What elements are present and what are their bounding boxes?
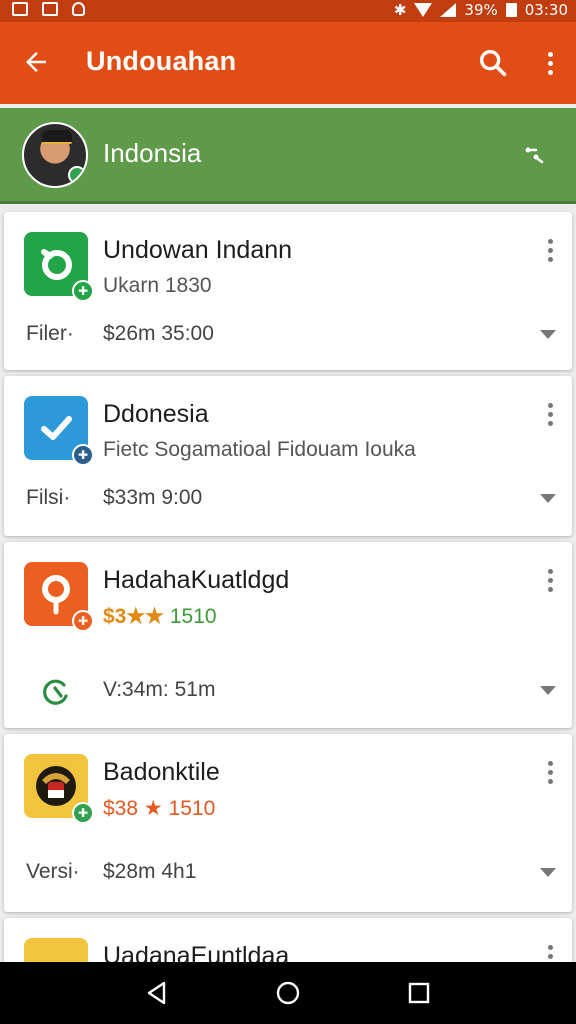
status-bar: ✱ 39% 03:30 [0, 0, 576, 22]
system-icons: ✱ 39% 03:30 [394, 1, 568, 19]
rating-prefix: $3★★ [103, 605, 165, 628]
navigation-bar [0, 962, 576, 1024]
search-icon [479, 49, 507, 77]
tune-icon [525, 147, 544, 164]
signal-icon [440, 3, 457, 17]
search-button[interactable] [476, 46, 510, 80]
garuda-emblem-icon: ✚ [24, 754, 94, 824]
overflow-menu-button[interactable] [538, 46, 562, 80]
app-subtitle: Fietc Sogamatioal Fidouam Iouka [103, 438, 416, 461]
app-name: Badonktile [103, 758, 220, 786]
meta-value: $33m 9:00 [103, 486, 203, 509]
triangle-back-icon [147, 981, 166, 1005]
meta-value: V:34m: 51m [103, 678, 216, 701]
app-name: HadahaKuatldgd [103, 566, 290, 594]
battery-icon [505, 3, 517, 17]
page-title: Undouahan [86, 46, 237, 76]
app-rating: $3★★ 1510 [103, 604, 217, 629]
bug-icon: ✱ [393, 1, 407, 19]
more-vertical-icon [542, 760, 558, 784]
meta-value: $26m 35:00 [103, 322, 214, 345]
meta-label: Filsi· [26, 486, 71, 509]
clock: 03:30 [524, 1, 568, 19]
meta-label: Filer· [26, 322, 74, 345]
app-card[interactable]: ✚ Ddonesia Fietc Sogamatioal Fidouam Iou… [4, 376, 572, 536]
chevron-down-icon[interactable] [540, 686, 556, 695]
battery-percent: 39% [464, 1, 498, 19]
location-pin-icon: ✚ [24, 562, 94, 632]
meta-value: $28m 4h1 [103, 860, 197, 883]
options-button[interactable] [522, 142, 548, 168]
meta-label: Versi· [26, 860, 80, 883]
image-icon [12, 2, 28, 16]
nav-back-button[interactable] [144, 980, 170, 1006]
refresh-icon [40, 676, 72, 714]
rating-value: 1510 [169, 605, 217, 628]
cap-shape [42, 130, 72, 144]
app-card[interactable]: ✚ Badonktile $38 ★ 1510 Versi· $28m 4h1 [4, 734, 572, 912]
country-name: Indonsia [103, 138, 202, 168]
image-icon [42, 2, 58, 16]
card-more-button[interactable] [542, 402, 558, 426]
check-icon: ✚ [24, 396, 94, 466]
more-vertical-icon [542, 238, 558, 262]
app-name: Ddonesia [103, 400, 209, 428]
rating-value: ★ 1510 [143, 797, 216, 820]
app-card[interactable]: ✚ Undowan Indann Ukarn 1830 Filer· $26m … [4, 212, 572, 370]
bubble-icon: ✚ [24, 232, 94, 302]
verified-badge-icon [68, 166, 86, 184]
nav-recents-button[interactable] [406, 980, 432, 1006]
square-recents-icon [408, 982, 430, 1004]
back-button[interactable] [18, 44, 54, 80]
circle-home-icon [276, 981, 300, 1005]
more-vertical-icon [542, 568, 558, 592]
chevron-down-icon[interactable] [540, 494, 556, 503]
nav-home-button[interactable] [275, 980, 301, 1006]
notification-icons [12, 2, 85, 16]
install-badge-icon: ✚ [72, 280, 94, 302]
debug-icon [72, 2, 85, 16]
install-badge-icon: ✚ [72, 610, 94, 632]
app-card[interactable]: ✚ HadahaKuatldgd $3★★ 1510 V:34m: 51m [4, 542, 572, 728]
app-name: Undowan Indann [103, 236, 293, 264]
card-more-button[interactable] [542, 760, 558, 784]
app-bar: Undouahan [0, 22, 576, 104]
install-badge-icon: ✚ [72, 444, 94, 466]
app-rating: $38 ★ 1510 [103, 796, 215, 821]
country-header[interactable]: Indonsia [0, 108, 576, 204]
install-badge-icon: ✚ [72, 802, 94, 824]
app-subtitle: Ukarn 1830 [103, 274, 212, 297]
more-vertical-icon [538, 46, 562, 80]
card-more-button[interactable] [542, 568, 558, 592]
chevron-down-icon[interactable] [540, 330, 556, 339]
rating-prefix: $38 [103, 797, 139, 820]
arrow-back-icon [26, 52, 46, 72]
wifi-icon [414, 3, 433, 17]
avatar [22, 122, 88, 188]
more-vertical-icon [542, 402, 558, 426]
chevron-down-icon[interactable] [540, 868, 556, 877]
card-more-button[interactable] [542, 238, 558, 262]
